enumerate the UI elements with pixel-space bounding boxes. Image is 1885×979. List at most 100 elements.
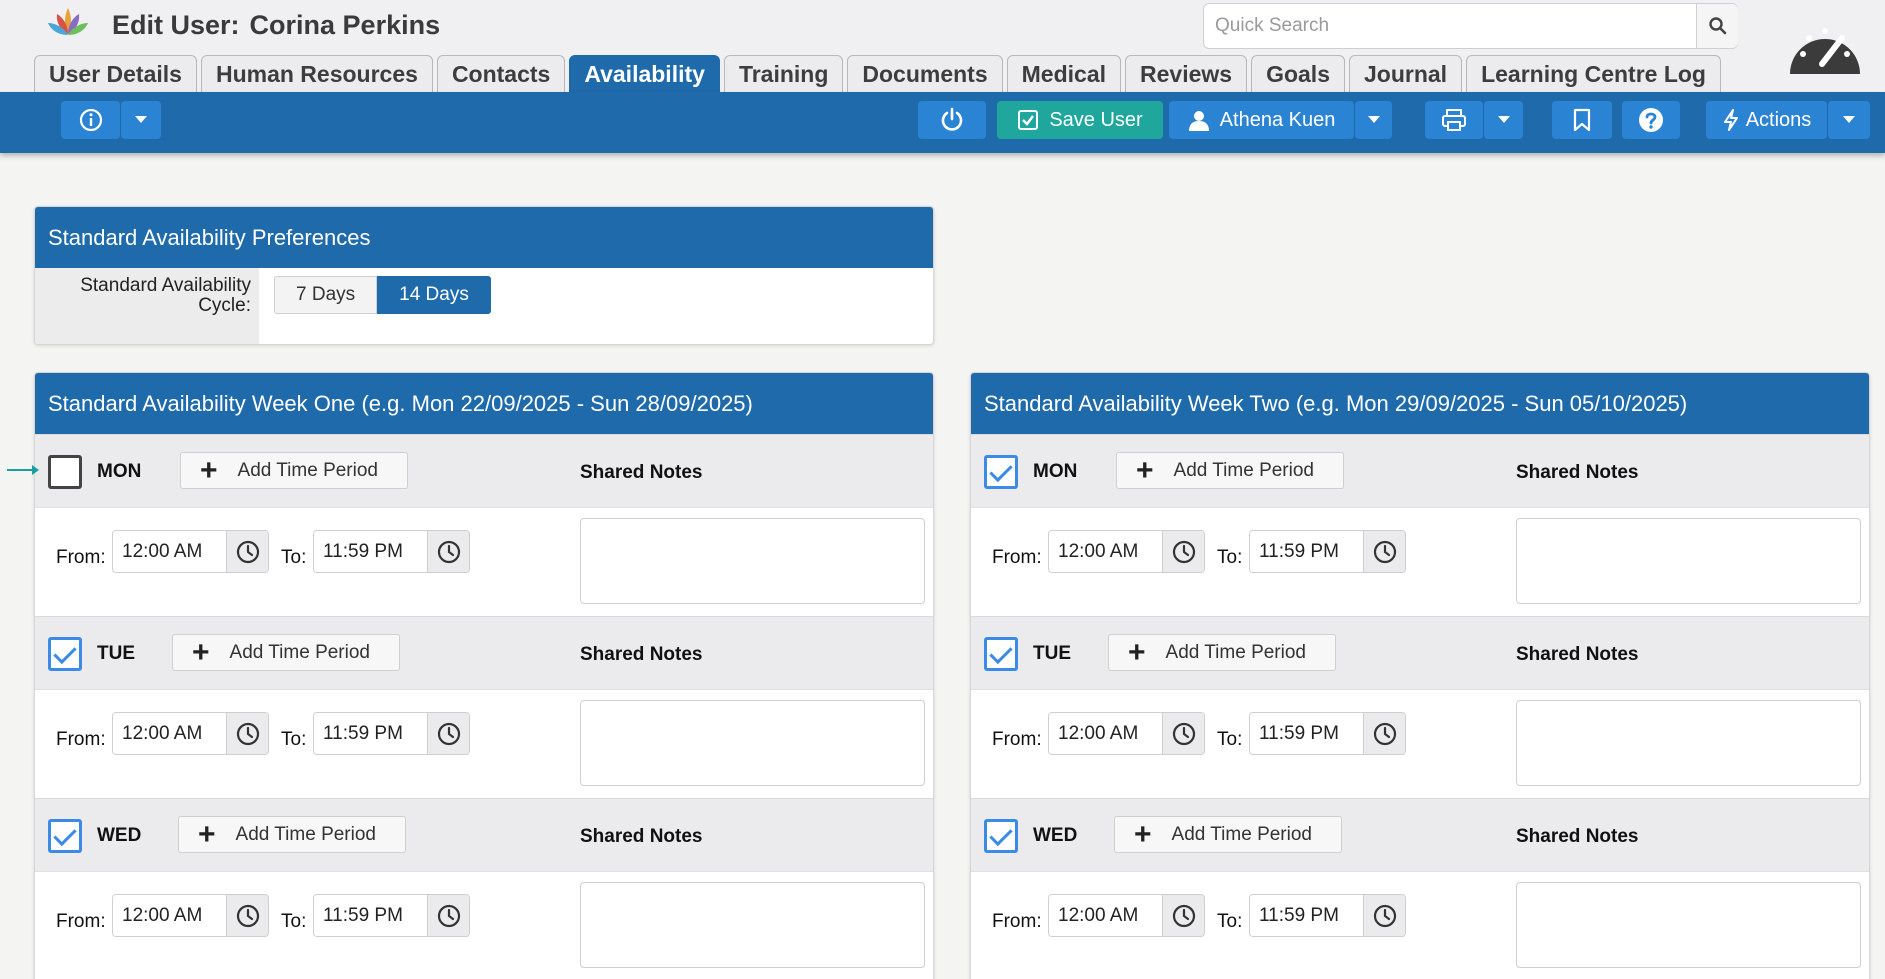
clock-button[interactable] [1363, 531, 1405, 572]
from-time-field [112, 894, 269, 937]
cycle-14-days-button[interactable]: 14 Days [377, 276, 491, 314]
quick-search [1203, 3, 1738, 49]
tab-journal[interactable]: Journal [1349, 55, 1463, 92]
shared-notes-input[interactable] [1516, 518, 1861, 604]
tab-training[interactable]: Training [723, 55, 844, 92]
to-time-input[interactable] [1250, 531, 1363, 572]
to-time-input[interactable] [314, 895, 427, 936]
add-time-period-button[interactable]: + Add Time Period [172, 634, 400, 671]
day-checkbox[interactable] [984, 637, 1018, 671]
clock-button[interactable] [427, 895, 469, 936]
shared-notes-input[interactable] [1516, 700, 1861, 786]
tab-user-details[interactable]: User Details [34, 55, 197, 92]
to-time-input[interactable] [314, 531, 427, 572]
to-label: To: [1217, 547, 1243, 568]
from-time-input[interactable] [113, 531, 226, 572]
shared-notes-input[interactable] [580, 518, 925, 604]
clock-button[interactable] [226, 713, 268, 754]
tab-learning-centre-log[interactable]: Learning Centre Log [1466, 55, 1721, 92]
clock-button[interactable] [1162, 895, 1204, 936]
tab-reviews[interactable]: Reviews [1125, 55, 1248, 92]
shared-notes-input[interactable] [580, 882, 925, 968]
clock-icon [1172, 540, 1196, 563]
help-button[interactable] [1622, 101, 1680, 139]
add-time-period-button[interactable]: + Add Time Period [1116, 452, 1344, 489]
current-user-button[interactable]: Athena Kuen [1169, 101, 1354, 139]
day-checkbox[interactable] [984, 819, 1018, 853]
caret-down-icon [1843, 116, 1855, 123]
day-name: TUE [97, 643, 135, 664]
from-time-input[interactable] [1049, 531, 1162, 572]
dashboard-gauge-icon[interactable] [1788, 16, 1862, 76]
tab-human-resources[interactable]: Human Resources [200, 55, 433, 92]
print-dropdown-button[interactable] [1484, 101, 1523, 139]
info-icon [79, 108, 102, 132]
shared-notes-label: Shared Notes [1516, 644, 1639, 665]
day-header-mon: MON + Add Time Period Shared Notes [971, 434, 1869, 507]
user-dropdown-button[interactable] [1355, 101, 1392, 139]
actions-dropdown-button[interactable] [1828, 101, 1870, 139]
clock-button[interactable] [1363, 713, 1405, 754]
add-time-period-button[interactable]: + Add Time Period [1114, 816, 1342, 853]
search-icon [1708, 17, 1726, 35]
shared-notes-input[interactable] [580, 700, 925, 786]
info-dropdown-button[interactable] [121, 101, 161, 139]
info-button[interactable] [61, 101, 120, 139]
to-time-input[interactable] [1250, 895, 1363, 936]
bookmark-icon [1573, 108, 1591, 132]
bookmark-button[interactable] [1552, 101, 1612, 139]
to-time-field [1249, 894, 1406, 937]
clock-button[interactable] [226, 895, 268, 936]
clock-icon [1373, 904, 1397, 927]
shared-notes-label: Shared Notes [580, 644, 703, 665]
clock-icon [1172, 722, 1196, 745]
clock-button[interactable] [226, 531, 268, 572]
clock-button[interactable] [427, 713, 469, 754]
from-time-input[interactable] [1049, 895, 1162, 936]
clock-button[interactable] [1162, 531, 1204, 572]
tab-documents[interactable]: Documents [847, 55, 1003, 92]
add-time-period-button[interactable]: + Add Time Period [178, 816, 406, 853]
clock-icon [1373, 722, 1397, 745]
day-body-wed: From: To: [35, 871, 933, 979]
actions-button[interactable]: Actions [1706, 101, 1827, 139]
add-time-period-label: Add Time Period [1173, 459, 1314, 481]
cycle-7-days-button[interactable]: 7 Days [274, 276, 378, 314]
to-time-input[interactable] [1250, 713, 1363, 754]
clock-icon [437, 540, 461, 563]
save-user-button[interactable]: Save User [997, 101, 1163, 139]
search-button[interactable] [1696, 4, 1738, 48]
from-label: From: [992, 547, 1042, 568]
clock-button[interactable] [427, 531, 469, 572]
day-name: MON [97, 461, 142, 482]
search-input[interactable] [1204, 4, 1696, 48]
print-button[interactable] [1425, 101, 1483, 139]
power-icon [941, 107, 963, 131]
shared-notes-input[interactable] [1516, 882, 1861, 968]
clock-button[interactable] [1363, 895, 1405, 936]
plus-icon: + [198, 817, 216, 851]
day-checkbox[interactable] [48, 819, 82, 853]
from-time-input[interactable] [113, 713, 226, 754]
add-time-period-button[interactable]: + Add Time Period [180, 452, 408, 489]
from-label: From: [56, 729, 106, 750]
tab-contacts[interactable]: Contacts [436, 55, 566, 92]
to-label: To: [1217, 729, 1243, 750]
day-header-wed: WED + Add Time Period Shared Notes [35, 798, 933, 871]
add-time-period-button[interactable]: + Add Time Period [1108, 634, 1336, 671]
from-time-input[interactable] [1049, 713, 1162, 754]
tab-goals[interactable]: Goals [1251, 55, 1345, 92]
add-time-period-label: Add Time Period [1165, 641, 1306, 663]
power-button[interactable] [918, 101, 986, 139]
day-checkbox[interactable] [48, 637, 82, 671]
clock-icon [1373, 540, 1397, 563]
tab-medical[interactable]: Medical [1006, 55, 1122, 92]
add-time-period-label: Add Time Period [1171, 823, 1312, 845]
clock-button[interactable] [1162, 713, 1204, 754]
tab-availability[interactable]: Availability [569, 55, 720, 92]
day-checkbox[interactable] [48, 455, 82, 489]
to-time-input[interactable] [314, 713, 427, 754]
plus-icon: + [192, 635, 210, 669]
from-time-input[interactable] [113, 895, 226, 936]
day-checkbox[interactable] [984, 455, 1018, 489]
